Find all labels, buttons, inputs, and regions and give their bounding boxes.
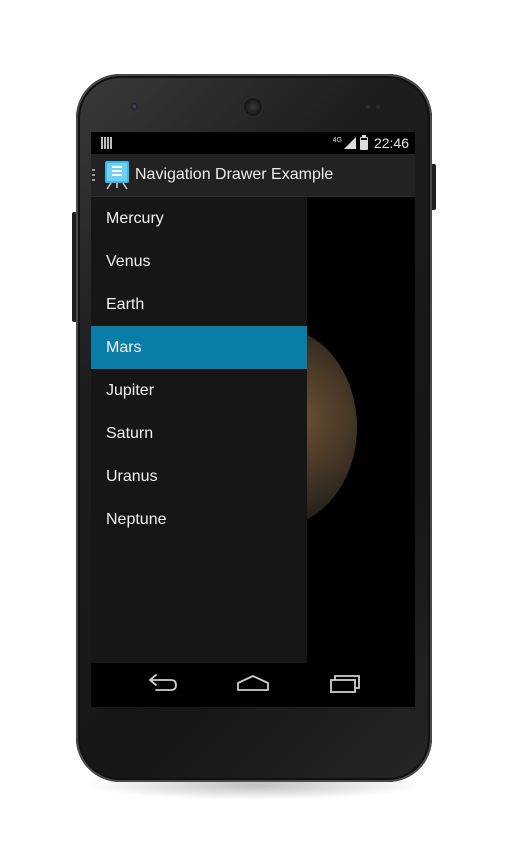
- earpiece-speaker: [244, 98, 262, 116]
- drawer-item-neptune[interactable]: Neptune: [91, 498, 307, 541]
- status-indicators: 4G 22:46: [332, 134, 409, 151]
- action-bar: Navigation Drawer Example: [91, 154, 415, 197]
- network-type-label: 4G: [332, 136, 342, 144]
- navigation-drawer: Mercury Venus Earth Mars Jupiter Saturn …: [91, 197, 307, 663]
- home-icon: [237, 675, 269, 691]
- back-button[interactable]: [143, 671, 183, 699]
- back-icon: [149, 674, 177, 691]
- light-sensor: [376, 105, 380, 109]
- status-bar: 4G 22:46: [91, 132, 415, 154]
- notification-icon: [101, 137, 113, 149]
- action-bar-title: Navigation Drawer Example: [135, 166, 334, 183]
- status-clock: 22:46: [373, 135, 409, 151]
- drawer-indicator-icon[interactable]: [91, 169, 97, 183]
- drawer-item-mercury[interactable]: Mercury: [91, 197, 307, 240]
- drawer-item-jupiter[interactable]: Jupiter: [91, 369, 307, 412]
- navigation-bar: [91, 663, 415, 707]
- phone-screen: 4G 22:46 Navigation Drawer Example Mercu…: [91, 132, 415, 707]
- app-launcher-icon[interactable]: [103, 160, 131, 190]
- drawer-item-venus[interactable]: Venus: [91, 240, 307, 283]
- front-camera-icon: [131, 103, 138, 110]
- battery-icon: [359, 134, 368, 150]
- proximity-sensor: [366, 105, 370, 109]
- drawer-item-saturn[interactable]: Saturn: [91, 412, 307, 455]
- recent-apps-icon: [330, 675, 360, 693]
- drawer-item-mars[interactable]: Mars: [91, 326, 307, 369]
- home-button[interactable]: [233, 671, 273, 699]
- drawer-item-earth[interactable]: Earth: [91, 283, 307, 326]
- signal-strength-icon: [343, 137, 356, 149]
- page: 4G 22:46 Navigation Drawer Example Mercu…: [0, 0, 507, 857]
- drawer-item-uranus[interactable]: Uranus: [91, 455, 307, 498]
- recent-apps-button[interactable]: [325, 671, 365, 699]
